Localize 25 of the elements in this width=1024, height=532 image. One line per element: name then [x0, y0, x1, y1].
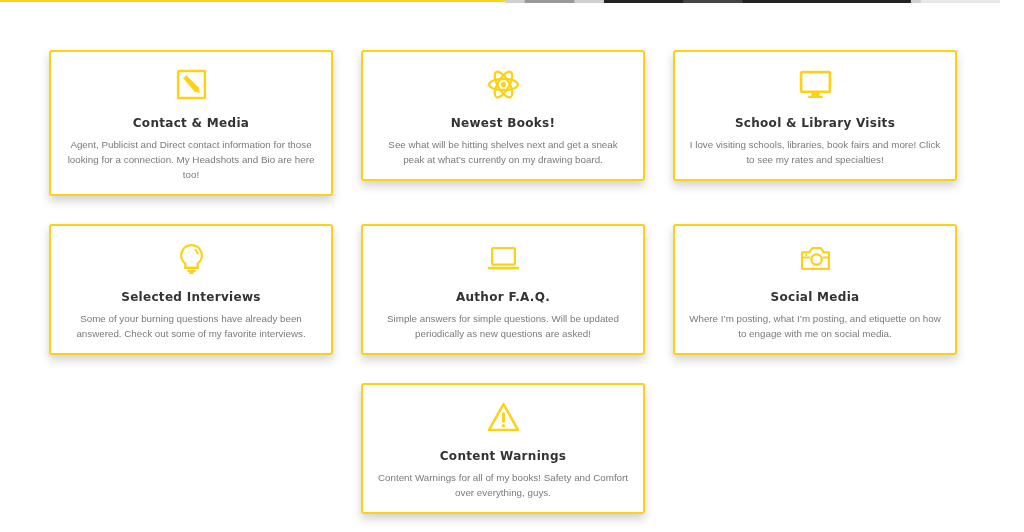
card-description: Content Warnings for all of my books! Safety and Comfort over everything, guys. [377, 471, 629, 500]
service-card[interactable]: Selected Interviews Some of your burning questions have already been answered. Check out some of my favorite interviews. [49, 224, 333, 355]
card-title: Newest Books! [450, 115, 556, 131]
card-description: Where I’m posting, what I’m posting, and etiquette on how to engage with me on social media. [689, 312, 941, 341]
pencil-icon [174, 68, 208, 101]
card-description: See what will be hitting shelves next and get a sneak peak at what’s currently on my drawing board. [387, 138, 619, 167]
card-title: Content Warnings [439, 448, 567, 464]
monitor-icon [798, 68, 832, 101]
service-card[interactable]: Social Media Where I’m posting, what I’m posting, and etiquette on how to engage with me on social media. [673, 224, 957, 355]
card-title: Author F.A.Q. [455, 289, 551, 305]
card-title: School & Library Visits [734, 115, 896, 131]
card-description: Some of your burning questions have already been answered. Check out some of my favorite interviews. [75, 312, 307, 341]
service-card[interactable]: Author F.A.Q. Simple answers for simple questions. Will be updated periodically as new questions are asked! [361, 224, 645, 355]
atom-icon [486, 68, 520, 101]
service-card[interactable]: Newest Books! See what will be hitting shelves next and get a sneak peak at what’s currently on my drawing board. [361, 50, 645, 181]
card-title: Selected Interviews [121, 289, 261, 305]
card-description: Simple answers for simple questions. Will be updated periodically as new questions are asked! [386, 312, 620, 341]
service-card[interactable]: School & Library Visits I love visiting schools, libraries, book fairs and more! Click to see my rates and specialties! [673, 50, 957, 181]
service-card[interactable]: Content Warnings Content Warnings for all of my books! Safety and Comfort over everything, guys. [361, 383, 645, 514]
card-title: Social Media [770, 289, 860, 305]
card-description: I love visiting schools, libraries, book fairs and more! Click to see my rates and specialties! [689, 138, 941, 167]
warning-icon [486, 401, 520, 434]
card-description: Agent, Publicist and Direct contact information for those looking for a connection. My Headshots and Bio are here too! [66, 138, 316, 182]
card-title: Contact & Media [132, 115, 250, 131]
service-card[interactable]: Contact & Media Agent, Publicist and Direct contact information for those looking for a connection. My Headshots and Bio are here too! [49, 50, 333, 196]
